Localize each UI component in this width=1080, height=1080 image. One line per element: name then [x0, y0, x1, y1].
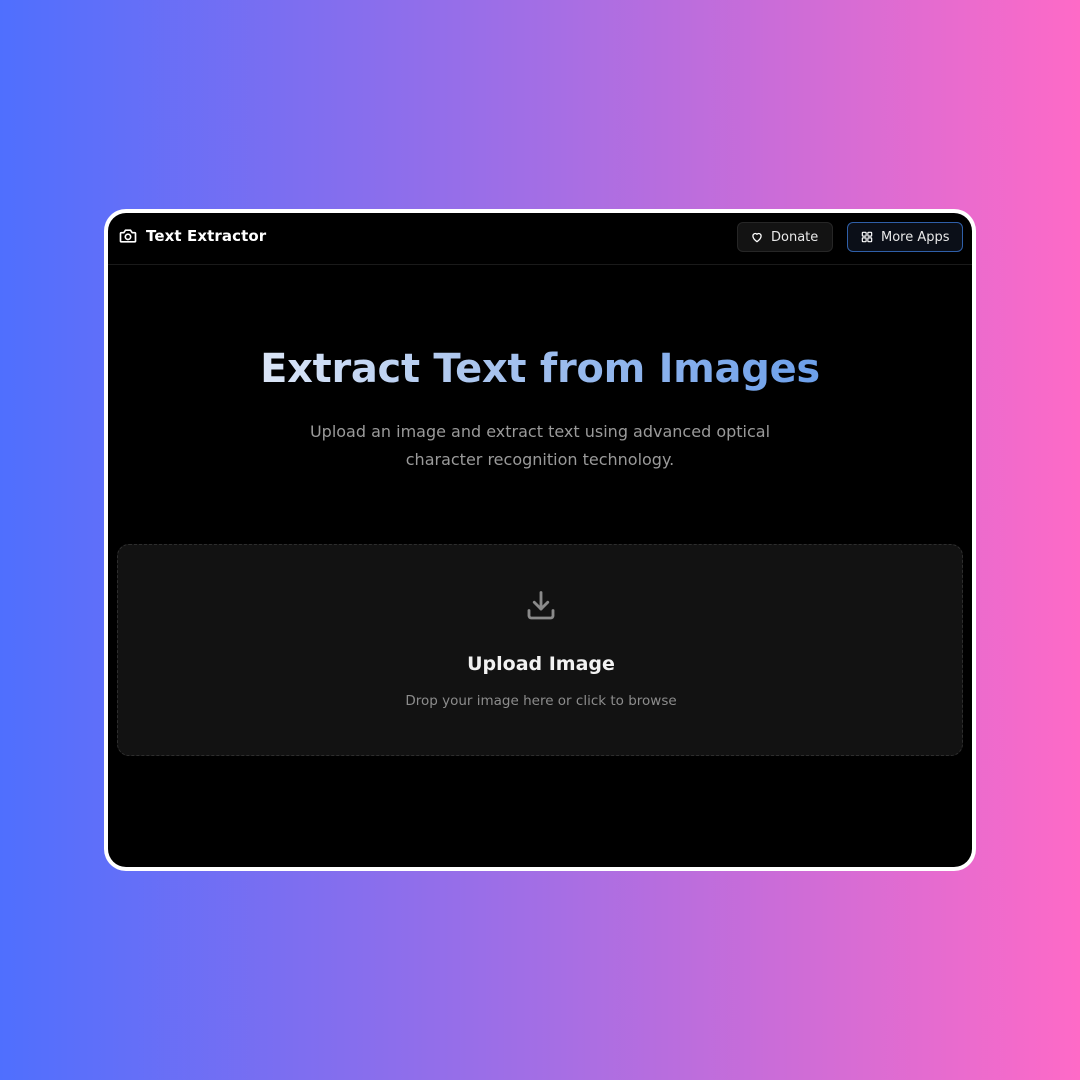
brand[interactable]: Text Extractor [118, 226, 266, 246]
upload-dropzone[interactable]: Upload Image Drop your image here or cli… [117, 544, 963, 756]
upload-hint: Drop your image here or click to browse [405, 693, 677, 709]
heart-icon [752, 232, 762, 243]
app-title: Text Extractor [146, 227, 267, 245]
app-window: Text Extractor Donate More Apps Extract … [108, 213, 972, 867]
page-title-text: Extract Text from Images [260, 346, 820, 392]
download-tray-icon [527, 591, 555, 620]
page-title: Extract Text from Images [108, 341, 972, 397]
more-apps-label: More Apps [881, 229, 950, 245]
page-subtitle: Upload an image and extract text using a… [309, 422, 771, 469]
camera-icon [119, 229, 137, 243]
top-navbar: Text Extractor Donate More Apps [108, 213, 972, 265]
donate-label: Donate [771, 229, 819, 245]
more-apps-button[interactable]: More Apps [847, 222, 963, 252]
donate-button[interactable]: Donate [737, 222, 833, 252]
upload-title: Upload Image [467, 653, 615, 675]
grid-icon [861, 231, 873, 243]
